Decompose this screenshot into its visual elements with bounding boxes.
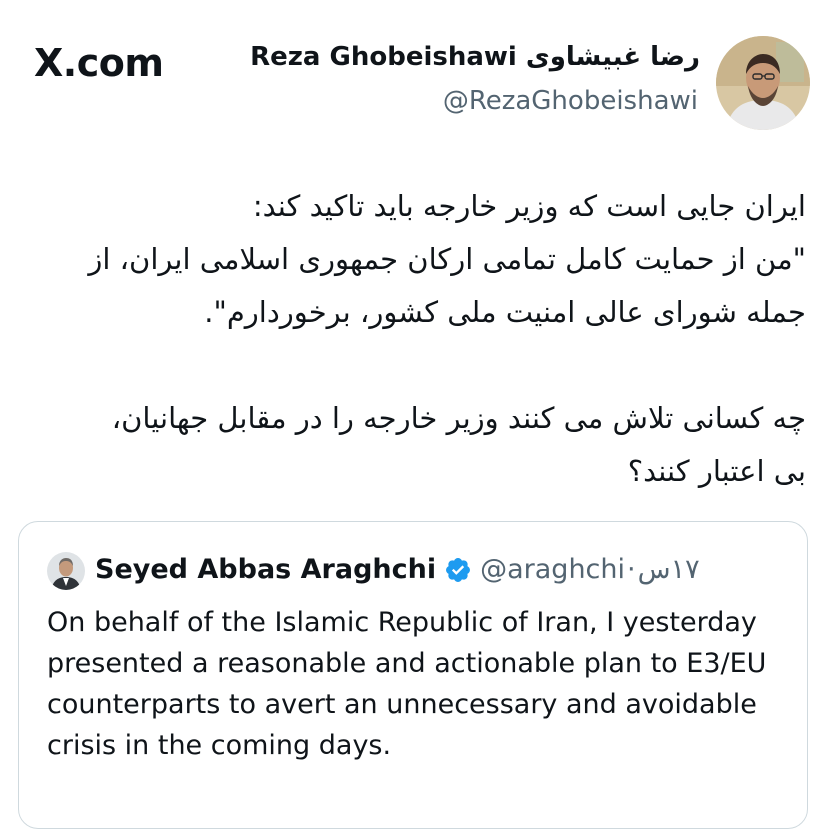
brand-logo: X.com bbox=[34, 41, 164, 85]
tweet-line: چه کسانی تلاش می کنند وزیر خارجه را در م… bbox=[111, 401, 806, 435]
quoted-tweet-timestamp[interactable]: ۱۷س bbox=[638, 550, 700, 590]
tweet-line: جمله شورای عالی امنیت ملی کشور، برخوردار… bbox=[204, 295, 806, 329]
verified-badge-icon bbox=[444, 556, 472, 584]
header-separator: · bbox=[627, 554, 636, 585]
author-handle[interactable]: @RezaGhobeishawi bbox=[443, 86, 698, 117]
quoted-tweet-card[interactable]: Seyed Abbas Araghchi @araghchi · ۱۷س On … bbox=[18, 521, 808, 829]
quoted-tweet-header: Seyed Abbas Araghchi @araghchi · ۱۷س bbox=[95, 550, 700, 590]
tweet-line: "من از حمایت کامل تمامی ارکان جمهوری اسل… bbox=[88, 242, 806, 276]
tweet-line: بی اعتبار کنند؟ bbox=[627, 454, 806, 488]
quoted-author-handle[interactable]: @araghchi bbox=[480, 550, 625, 590]
quoted-avatar-image bbox=[47, 552, 85, 590]
quoted-tweet-text: On behalf of the Islamic Republic of Ira… bbox=[47, 607, 767, 761]
tweet-line: ایران جایی است که وزیر خارجه باید تاکید … bbox=[252, 189, 806, 223]
author-name[interactable]: Reza Ghobeishawi رضا غبیشاوی bbox=[250, 42, 700, 73]
quoted-author-name[interactable]: Seyed Abbas Araghchi bbox=[95, 550, 436, 590]
quoted-author-avatar[interactable] bbox=[47, 552, 85, 590]
tweet-text: ایران جایی است که وزیر خارجه باید تاکید … bbox=[16, 180, 806, 498]
author-avatar-image bbox=[716, 36, 810, 130]
author-avatar[interactable] bbox=[716, 36, 810, 130]
